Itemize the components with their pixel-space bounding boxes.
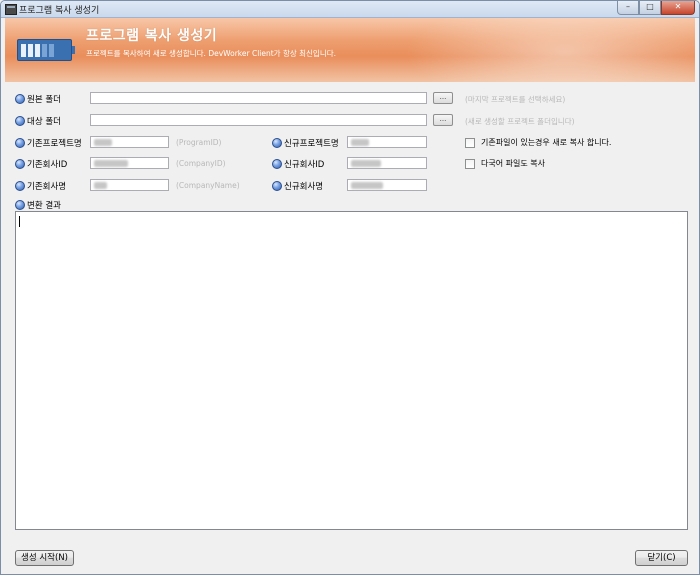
target-folder-hint: (새로 생성할 프로젝트 폴더입니다) [465, 117, 575, 126]
banner-title: 프로그램 복사 생성기 [86, 28, 218, 44]
maximize-button[interactable]: □ [639, 1, 661, 15]
target-folder-browse-button[interactable]: ... [433, 114, 453, 126]
new-company-id-label: 신규회사ID [272, 158, 324, 170]
result-label: 변환 결과 [15, 199, 61, 211]
existing-company-name-label: 기존회사명 [15, 180, 66, 192]
info-orb-icon [272, 181, 282, 191]
checkbox-box[interactable] [465, 137, 475, 148]
overwrite-checkbox[interactable]: 기존파일이 있는경우 새로 복사 합니다. [465, 137, 611, 148]
info-orb-icon [15, 138, 25, 148]
new-company-name-input[interactable] [347, 179, 427, 191]
text-caret [19, 216, 20, 227]
info-orb-icon [15, 181, 25, 191]
target-folder-label: 대상 폴더 [15, 115, 61, 127]
app-icon [5, 4, 17, 15]
main-window: 프로그램 복사 생성기 – □ ✕ 프로그램 복사 생성기 프로젝트를 복사하여… [0, 0, 700, 575]
source-folder-label: 원본 폴더 [15, 93, 61, 105]
banner-gloss [405, 18, 695, 82]
start-generate-button[interactable]: 생성 시작(N) [15, 550, 74, 566]
multilang-checkbox[interactable]: 다국어 파일도 복사 [465, 158, 545, 169]
new-project-label: 신규프로젝트명 [272, 137, 339, 149]
title-bar[interactable]: 프로그램 복사 생성기 – □ ✕ [1, 1, 699, 18]
window-title: 프로그램 복사 생성기 [19, 6, 100, 16]
redacted-value [94, 182, 107, 189]
minimize-button[interactable]: – [617, 1, 639, 15]
checkbox-box[interactable] [465, 158, 475, 169]
info-orb-icon [15, 94, 25, 104]
existing-company-id-label: 기존회사ID [15, 158, 67, 170]
redacted-value [351, 139, 369, 146]
result-textarea[interactable] [15, 211, 688, 530]
info-orb-icon [15, 116, 25, 126]
redacted-value [94, 160, 128, 167]
source-folder-input[interactable] [90, 92, 427, 104]
source-folder-browse-button[interactable]: ... [433, 92, 453, 104]
source-folder-hint: (마지막 프로젝트를 선택하세요) [465, 95, 566, 104]
existing-company-id-hint: (CompanyID) [176, 159, 226, 168]
redacted-value [351, 182, 383, 189]
existing-project-hint: (ProgramID) [176, 138, 222, 147]
info-orb-icon [272, 159, 282, 169]
info-orb-icon [15, 200, 25, 210]
info-orb-icon [15, 159, 25, 169]
existing-company-name-hint: (CompanyName) [176, 181, 240, 190]
existing-company-name-input[interactable] [90, 179, 169, 191]
close-button[interactable]: 닫기(C) [635, 550, 688, 566]
window-controls: – □ ✕ [617, 1, 695, 15]
close-window-button[interactable]: ✕ [661, 1, 695, 15]
redacted-value [351, 160, 381, 167]
target-folder-input[interactable] [90, 114, 427, 126]
existing-company-id-input[interactable] [90, 157, 169, 169]
new-company-id-input[interactable] [347, 157, 427, 169]
header-banner: 프로그램 복사 생성기 프로젝트를 복사하여 새로 생성합니다. DevWork… [5, 18, 695, 82]
new-project-input[interactable] [347, 136, 427, 148]
redacted-value [94, 139, 112, 146]
existing-project-label: 기존프로젝트명 [15, 137, 82, 149]
battery-logo-icon [17, 39, 75, 61]
banner-subtitle: 프로젝트를 복사하여 새로 생성합니다. DevWorker Client가 항… [86, 49, 337, 58]
new-company-name-label: 신규회사명 [272, 180, 323, 192]
info-orb-icon [272, 138, 282, 148]
existing-project-input[interactable] [90, 136, 169, 148]
